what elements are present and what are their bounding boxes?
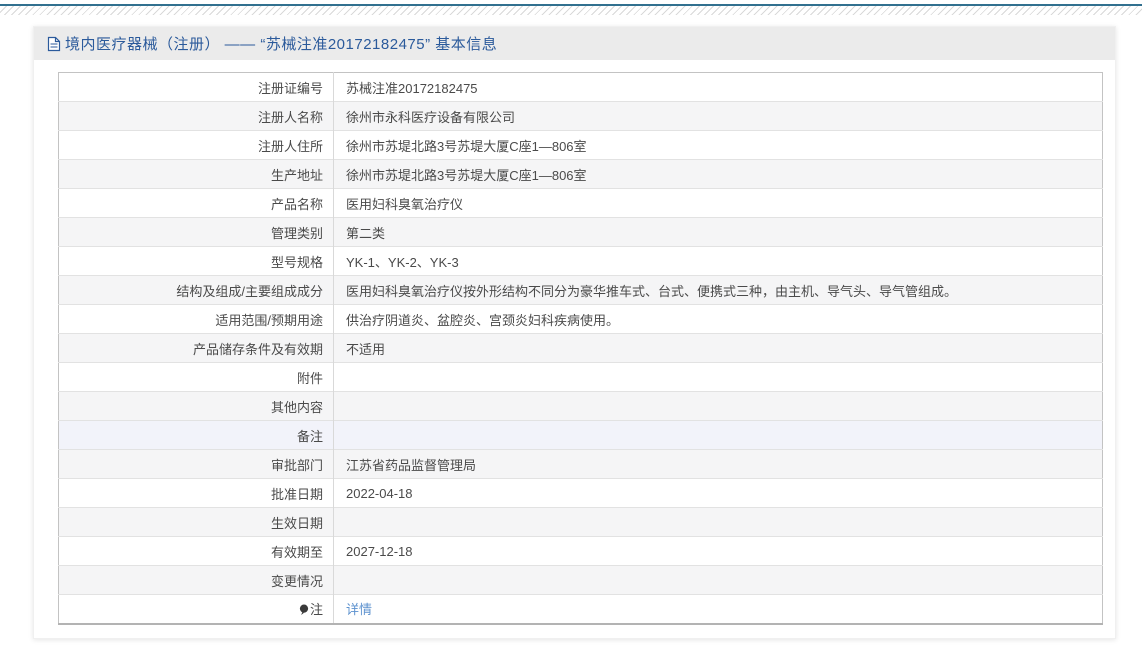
- row-label: 审批部门: [270, 457, 323, 473]
- table-row: 附件: [58, 362, 1103, 392]
- table-row: 管理类别 第二类: [58, 217, 1103, 247]
- row-label: 产品名称: [270, 196, 323, 212]
- row-value: 供治疗阴道炎、盆腔炎、宫颈炎妇科疾病使用。: [346, 312, 620, 328]
- row-value-cell: 医用妇科臭氧治疗仪: [333, 188, 1103, 218]
- row-label: 注册人名称: [257, 109, 323, 125]
- row-value-cell: 徐州市苏堤北路3号苏堤大厦C座1—806室: [333, 159, 1103, 189]
- row-label-cell: 注: [58, 594, 334, 624]
- row-label: 适用范围/预期用途: [215, 312, 323, 328]
- table-row: 备注: [58, 420, 1103, 450]
- balloon-icon: [299, 604, 309, 619]
- row-label-cell: 生效日期: [58, 507, 334, 537]
- table-row: 生效日期: [58, 507, 1103, 537]
- row-value-cell: 不适用: [333, 333, 1103, 363]
- row-label-cell: 适用范围/预期用途: [58, 304, 334, 334]
- row-value: 医用妇科臭氧治疗仪按外形结构不同分为豪华推车式、台式、便携式三种，由主机、导气头…: [346, 283, 958, 299]
- row-label: 生产地址: [270, 167, 323, 183]
- row-label-cell: 其他内容: [58, 391, 334, 421]
- row-label-cell: 有效期至: [58, 536, 334, 566]
- table-row: 注 详情: [58, 594, 1103, 624]
- panel-title-text: 境内医疗器械（注册） —— “苏械注准20172182475” 基本信息: [65, 36, 498, 53]
- row-label: 备注: [296, 428, 323, 444]
- table-row: 产品名称 医用妇科臭氧治疗仪: [58, 188, 1103, 218]
- row-label: 有效期至: [270, 544, 323, 560]
- row-label-cell: 注册人住所: [58, 130, 334, 160]
- row-value: 江苏省药品监督管理局: [346, 457, 477, 473]
- row-value-cell: [333, 362, 1103, 392]
- row-label: 注: [309, 601, 323, 617]
- row-value-cell: 徐州市苏堤北路3号苏堤大厦C座1—806室: [333, 130, 1103, 160]
- row-label: 结构及组成/主要组成成分: [176, 283, 323, 299]
- row-value: 2022-04-18: [346, 485, 413, 501]
- row-value-cell: 苏械注准20172182475: [334, 73, 1103, 102]
- row-value-cell: 江苏省药品监督管理局: [333, 449, 1103, 479]
- row-label-cell: 附件: [58, 362, 334, 392]
- row-value-cell: 2022-04-18: [333, 478, 1103, 508]
- row-value-cell: YK-1、YK-2、YK-3: [333, 246, 1103, 276]
- table-row: 生产地址 徐州市苏堤北路3号苏堤大厦C座1—806室: [58, 159, 1103, 189]
- row-label: 其他内容: [270, 399, 323, 415]
- row-label-cell: 备注: [58, 420, 334, 450]
- row-value-cell: 第二类: [333, 217, 1103, 247]
- row-value-cell: 2027-12-18: [333, 536, 1103, 566]
- table-row: 注册人名称 徐州市永科医疗设备有限公司: [58, 101, 1103, 131]
- row-label: 注册证编号: [257, 80, 323, 96]
- row-label: 产品储存条件及有效期: [192, 341, 323, 357]
- registration-info-panel: 境内医疗器械（注册） —— “苏械注准20172182475” 基本信息 注册证…: [33, 26, 1116, 639]
- page-top-hatch-pattern: [0, 6, 1142, 15]
- table-row: 变更情况: [58, 565, 1103, 595]
- row-label-cell: 变更情况: [58, 565, 334, 595]
- row-label-cell: 生产地址: [58, 159, 334, 189]
- table-row: 有效期至 2027-12-18: [58, 536, 1103, 566]
- row-label: 变更情况: [270, 573, 323, 589]
- row-label: 生效日期: [270, 515, 323, 531]
- row-value: 不适用: [346, 341, 386, 357]
- row-value: 徐州市苏堤北路3号苏堤大厦C座1—806室: [346, 167, 587, 183]
- document-icon: [47, 36, 61, 52]
- details-link[interactable]: 详情: [346, 602, 372, 617]
- row-label-cell: 产品名称: [58, 188, 334, 218]
- row-label-cell: 结构及组成/主要组成成分: [58, 275, 334, 305]
- row-value-cell: [333, 420, 1103, 450]
- row-value-cell: 医用妇科臭氧治疗仪按外形结构不同分为豪华推车式、台式、便携式三种，由主机、导气头…: [333, 275, 1103, 305]
- row-value-cell: 详情: [333, 594, 1103, 624]
- row-value: 徐州市苏堤北路3号苏堤大厦C座1—806室: [346, 138, 587, 154]
- panel-title-bar: 境内医疗器械（注册） —— “苏械注准20172182475” 基本信息: [34, 27, 1115, 60]
- registration-info-table: 注册证编号 苏械注准20172182475 注册人名称 徐州市永科医疗设备有限公司 注册…: [58, 72, 1103, 625]
- table-row: 结构及组成/主要组成成分 医用妇科臭氧治疗仪按外形结构不同分为豪华推车式、台式、便…: [58, 275, 1103, 305]
- row-label-cell: 产品储存条件及有效期: [58, 333, 334, 363]
- table-row: 适用范围/预期用途 供治疗阴道炎、盆腔炎、宫颈炎妇科疾病使用。: [58, 304, 1103, 334]
- table-row: 批准日期 2022-04-18: [58, 478, 1103, 508]
- table-row: 其他内容: [58, 391, 1103, 421]
- row-label: 型号规格: [270, 254, 323, 270]
- row-label: 注册人住所: [257, 138, 323, 154]
- row-value-cell: [333, 565, 1103, 595]
- row-value: 2027-12-18: [346, 543, 413, 559]
- table-row: 产品储存条件及有效期 不适用: [58, 333, 1103, 363]
- table-row: 注册证编号 苏械注准20172182475: [58, 72, 1103, 102]
- row-value-cell: 徐州市永科医疗设备有限公司: [333, 101, 1103, 131]
- table-row: 型号规格 YK-1、YK-2、YK-3: [58, 246, 1103, 276]
- row-value: 徐州市永科医疗设备有限公司: [346, 109, 516, 125]
- row-value-cell: [333, 507, 1103, 537]
- table-row: 注册人住所 徐州市苏堤北路3号苏堤大厦C座1—806室: [58, 130, 1103, 160]
- row-label: 管理类别: [270, 225, 323, 241]
- row-label-cell: 审批部门: [58, 449, 334, 479]
- row-label-cell: 批准日期: [58, 478, 334, 508]
- row-label-cell: 注册人名称: [58, 101, 334, 131]
- row-value: 苏械注准20172182475: [346, 80, 478, 96]
- row-value: 医用妇科臭氧治疗仪: [346, 196, 464, 212]
- row-label: 批准日期: [270, 486, 323, 502]
- row-label-cell: 型号规格: [58, 246, 334, 276]
- row-value-cell: 供治疗阴道炎、盆腔炎、宫颈炎妇科疾病使用。: [333, 304, 1103, 334]
- row-value-cell: [333, 391, 1103, 421]
- row-label-cell: 注册证编号: [58, 72, 334, 102]
- row-label-cell: 管理类别: [58, 217, 334, 247]
- info-table-body: 注册证编号 苏械注准20172182475 注册人名称 徐州市永科医疗设备有限公司 注册…: [58, 72, 1103, 624]
- row-value: YK-1、YK-2、YK-3: [346, 254, 459, 270]
- table-row: 审批部门 江苏省药品监督管理局: [58, 449, 1103, 479]
- row-label: 附件: [296, 370, 323, 386]
- row-value: 第二类: [346, 225, 386, 241]
